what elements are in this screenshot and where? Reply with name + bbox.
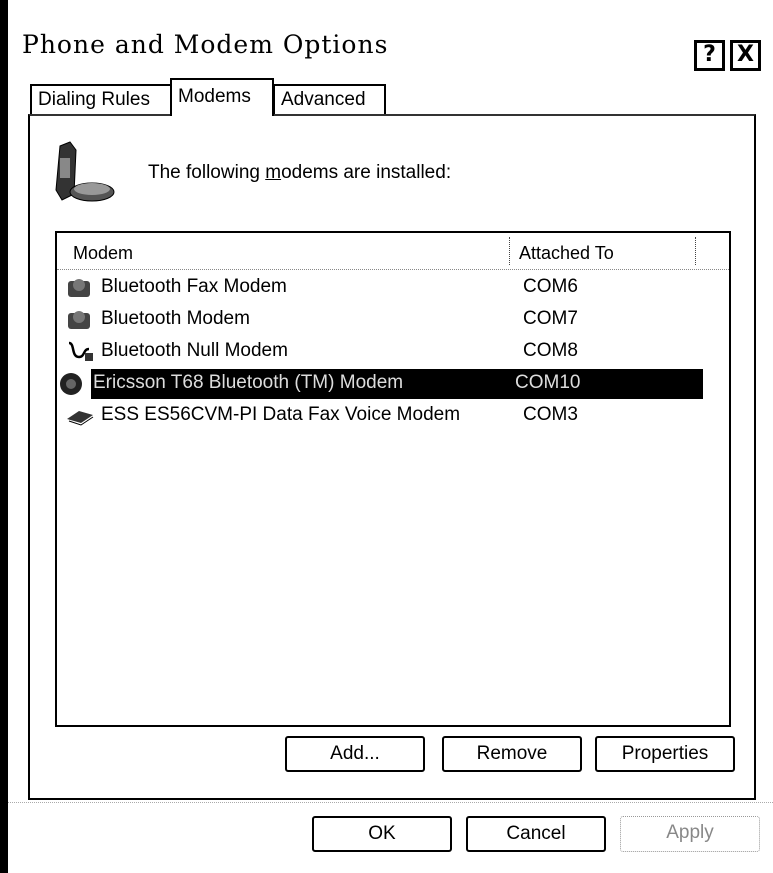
cancel-button[interactable]: Cancel: [466, 816, 606, 852]
tab-dialing-rules[interactable]: Dialing Rules: [30, 84, 172, 114]
column-header-attached-to[interactable]: Attached To: [513, 243, 614, 264]
list-header: Modem Attached To: [57, 233, 729, 270]
ok-button[interactable]: OK: [312, 816, 452, 852]
properties-button[interactable]: Properties: [595, 736, 735, 772]
apply-button[interactable]: Apply: [620, 816, 760, 852]
close-icon: X: [737, 42, 754, 67]
add-button[interactable]: Add...: [285, 736, 425, 772]
list-item-selected[interactable]: Ericsson T68 Bluetooth (TM) Modem COM10: [60, 369, 703, 399]
list-item[interactable]: Bluetooth Fax Modem COM6: [65, 273, 705, 303]
divider: [8, 802, 773, 803]
pci-modem-icon: [65, 403, 95, 429]
phone-modem-options-dialog: Phone and Modem Options ? X Dialing Rule…: [0, 0, 773, 873]
window-title: Phone and Modem Options: [22, 30, 389, 59]
installed-modems-label: The following modems are installed:: [148, 162, 452, 183]
close-button[interactable]: X: [730, 40, 761, 71]
column-divider[interactable]: [695, 237, 697, 265]
modem-list[interactable]: Modem Attached To Bluetooth Fax Modem CO…: [55, 231, 731, 727]
list-item[interactable]: Bluetooth Modem COM7: [65, 305, 705, 335]
remove-button[interactable]: Remove: [442, 736, 582, 772]
null-modem-cable-icon: [65, 339, 95, 365]
column-divider[interactable]: [509, 237, 511, 265]
title-bar[interactable]: Phone and Modem Options ? X: [8, 14, 773, 74]
modem-phone-icon: [46, 140, 118, 208]
phone-modem-icon: [57, 371, 87, 397]
list-item[interactable]: Bluetooth Null Modem COM8: [65, 337, 705, 367]
fax-modem-icon: [65, 275, 95, 301]
window-border: [0, 0, 8, 873]
tab-modems[interactable]: Modems: [170, 78, 274, 116]
list-item[interactable]: ESS ES56CVM-PI Data Fax Voice Modem COM3: [65, 401, 705, 431]
help-button[interactable]: ?: [694, 40, 725, 71]
help-icon: ?: [703, 42, 716, 67]
column-header-modem[interactable]: Modem: [73, 243, 133, 264]
modem-icon: [65, 307, 95, 333]
tab-advanced[interactable]: Advanced: [273, 84, 386, 114]
